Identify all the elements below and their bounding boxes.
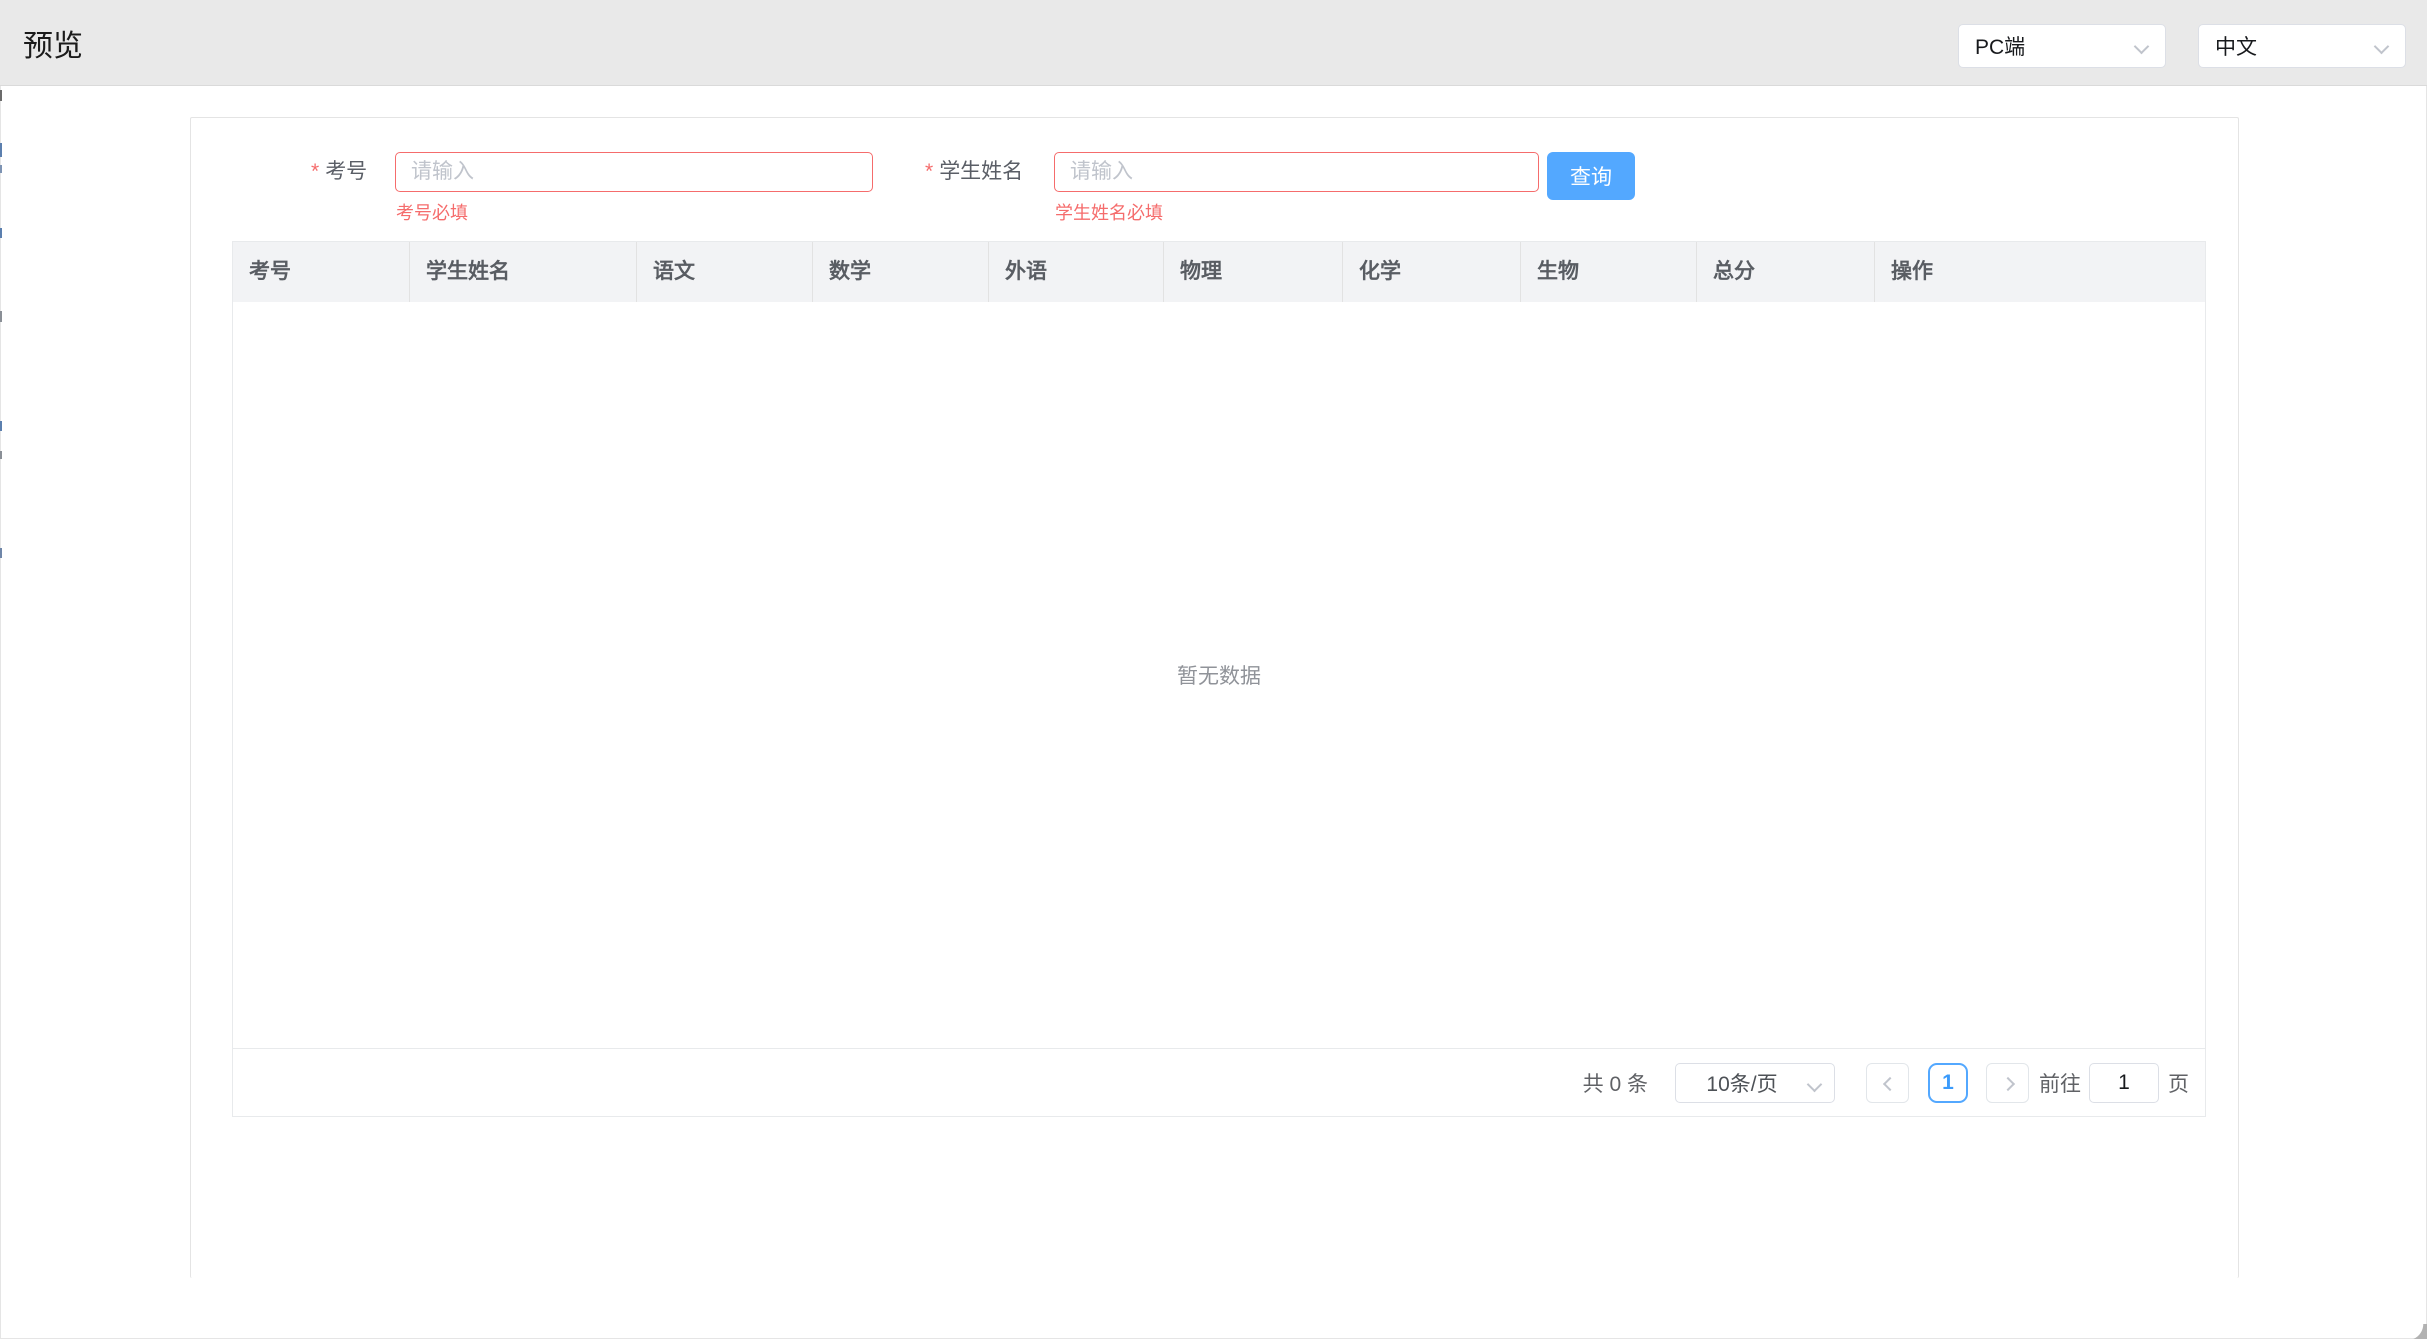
resize-grip[interactable] — [2407, 1324, 2427, 1339]
chevron-right-icon — [2003, 1078, 2013, 1088]
table-header-row: 考号 学生姓名 语文 数学 外语 物理 化学 生物 总分 操作 — [233, 242, 2205, 302]
language-select-value: 中文 — [2215, 31, 2257, 61]
exam-number-label: *考号 — [311, 152, 367, 192]
pagination-bar: 共 0 条 10条/页 1 前往 页 — [233, 1049, 2205, 1116]
goto-suffix-label: 页 — [2168, 1068, 2189, 1098]
page-size-select[interactable]: 10条/页 — [1675, 1063, 1835, 1103]
topbar: 预览 PC端 中文 — [0, 0, 2427, 86]
edge-artifact — [0, 143, 2, 157]
col-header-total-score: 总分 — [1697, 242, 1875, 302]
language-select[interactable]: 中文 — [2198, 24, 2406, 68]
edge-artifact — [0, 548, 2, 558]
col-header-physics: 物理 — [1164, 242, 1343, 302]
col-header-foreign-language: 外语 — [989, 242, 1164, 302]
chevron-down-icon — [2136, 41, 2149, 54]
student-name-input[interactable] — [1054, 152, 1539, 192]
page-title: 预览 — [23, 21, 83, 65]
query-button[interactable]: 查询 — [1547, 152, 1635, 200]
goto-page-input[interactable] — [2089, 1063, 2159, 1103]
prev-page-button[interactable] — [1866, 1063, 1909, 1103]
col-header-exam-number: 考号 — [233, 242, 410, 302]
exam-number-input[interactable] — [395, 152, 873, 192]
edge-artifact — [0, 421, 2, 431]
current-page-button[interactable]: 1 — [1928, 1063, 1968, 1103]
edge-artifact — [0, 90, 2, 101]
edge-artifact — [0, 451, 2, 459]
goto-prefix-label: 前往 — [2039, 1068, 2081, 1098]
device-select-value: PC端 — [1975, 31, 2025, 61]
page-size-value: 10条/页 — [1706, 1068, 1777, 1098]
col-header-chinese: 语文 — [637, 242, 813, 302]
required-asterisk: * — [925, 160, 933, 183]
chevron-down-icon — [2376, 41, 2389, 54]
device-select[interactable]: PC端 — [1958, 24, 2166, 68]
empty-data-text: 暂无数据 — [233, 660, 2205, 690]
student-name-error: 学生姓名必填 — [1055, 199, 1163, 225]
col-header-math: 数学 — [813, 242, 989, 302]
chevron-left-icon — [1883, 1078, 1893, 1088]
edge-artifact — [0, 165, 2, 173]
student-name-label: *学生姓名 — [925, 152, 1023, 192]
required-asterisk: * — [311, 160, 319, 183]
col-header-actions: 操作 — [1875, 242, 2205, 302]
col-header-chemistry: 化学 — [1343, 242, 1521, 302]
col-header-biology: 生物 — [1521, 242, 1697, 302]
table-body: 暂无数据 — [233, 302, 2205, 1049]
edge-artifact — [0, 311, 2, 322]
edge-artifact — [0, 228, 2, 238]
col-header-student-name: 学生姓名 — [410, 242, 637, 302]
exam-number-error: 考号必填 — [396, 199, 468, 225]
chevron-down-icon — [1809, 1079, 1822, 1092]
next-page-button[interactable] — [1986, 1063, 2029, 1103]
total-count-text: 共 0 条 — [1583, 1068, 1648, 1098]
results-table: 考号 学生姓名 语文 数学 外语 物理 化学 生物 总分 操作 暂无数据 共 0… — [232, 241, 2206, 1117]
preview-window: 预览 PC端 中文 *考号 考号必填 *学生姓名 学生姓名必填 查询 考号 学生… — [0, 0, 2427, 1339]
